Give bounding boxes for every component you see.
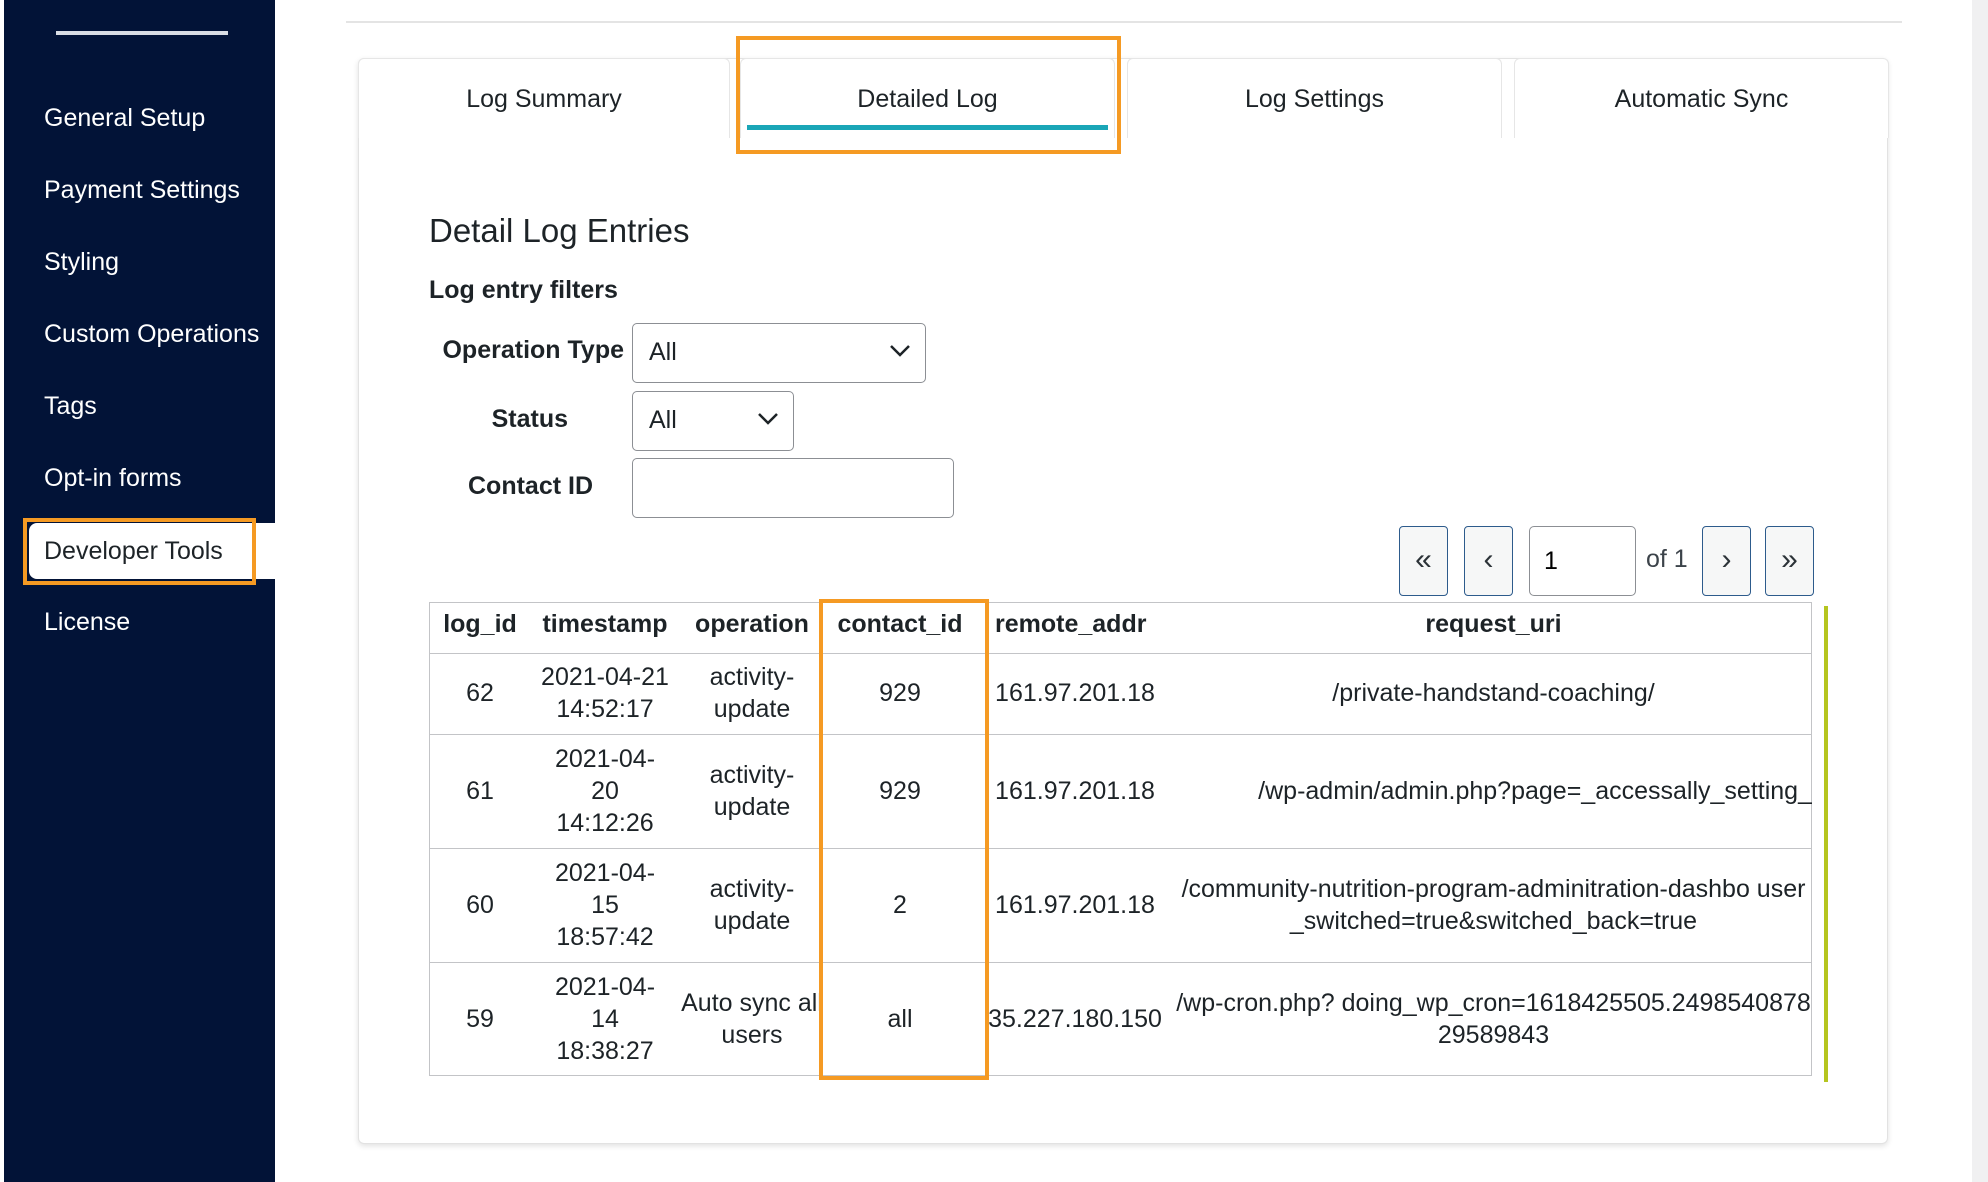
tab-label: Log Settings xyxy=(1245,85,1384,113)
sidebar-item-opt-in-forms[interactable]: Opt-in forms xyxy=(4,450,275,506)
logo-divider xyxy=(56,31,228,35)
column-header-contact-id[interactable]: contact_id xyxy=(825,610,975,639)
prev-page-button[interactable]: ‹ xyxy=(1464,526,1513,596)
contact-id-input[interactable] xyxy=(632,458,954,518)
tab-label: Detailed Log xyxy=(857,85,998,113)
status-value: All xyxy=(649,406,677,434)
cell-remote-addr: 161.97.201.18 xyxy=(995,777,1155,805)
tab-detailed-log[interactable]: Detailed Log xyxy=(740,58,1115,138)
operation-type-select[interactable]: All xyxy=(632,323,926,383)
contact-id-label: Contact ID xyxy=(468,472,593,500)
cell-operation: activity-update xyxy=(709,875,795,935)
tab-automatic-sync[interactable]: Automatic Sync xyxy=(1514,58,1889,138)
cell-operation: Auto sync all users xyxy=(681,989,823,1049)
page-count: of 1 xyxy=(1646,545,1688,573)
column-header-operation[interactable]: operation xyxy=(679,610,825,639)
tab-log-settings[interactable]: Log Settings xyxy=(1127,58,1502,138)
cell-contact-id: 2 xyxy=(893,891,907,919)
operation-type-label: Operation Type xyxy=(442,336,624,364)
row-divider xyxy=(429,848,1812,849)
cell-log-id: 60 xyxy=(466,891,494,919)
sidebar-item-styling[interactable]: Styling xyxy=(4,234,275,290)
first-page-button[interactable]: « xyxy=(1399,526,1448,596)
sidebar-item-general-setup[interactable]: General Setup xyxy=(4,90,275,146)
chevron-down-icon xyxy=(757,392,779,426)
row-divider xyxy=(429,962,1812,963)
cell-request-uri: /community-nutrition-program-adminitrati… xyxy=(1181,875,1806,935)
column-header-log-id[interactable]: log_id xyxy=(429,610,531,639)
row-divider xyxy=(429,734,1812,735)
sidebar-item-payment-settings[interactable]: Payment Settings xyxy=(4,162,275,218)
cell-timestamp: 2021-04-14 18:38:27 xyxy=(554,973,656,1065)
chevron-down-icon xyxy=(889,324,911,358)
right-gutter xyxy=(1972,0,1988,1182)
section-title: Detail Log Entries xyxy=(429,212,690,249)
cell-timestamp: 2021-04-15 18:57:42 xyxy=(554,859,656,951)
cell-request-uri: /wp-cron.php? doing_wp_cron=1618425505.2… xyxy=(1176,989,1811,1049)
cell-timestamp: 2021-04-21 14:52:17 xyxy=(541,663,669,723)
status-select[interactable]: All xyxy=(632,391,794,451)
cell-operation: activity-update xyxy=(709,663,795,723)
status-label: Status xyxy=(491,405,568,433)
cell-log-id: 59 xyxy=(466,1005,494,1033)
last-page-button[interactable]: » xyxy=(1765,526,1814,596)
top-divider xyxy=(346,21,1902,23)
tab-label: Automatic Sync xyxy=(1614,85,1789,113)
column-header-remote-addr[interactable]: remote_addr xyxy=(975,610,1195,639)
next-page-button[interactable]: › xyxy=(1702,526,1751,596)
operation-type-value: All xyxy=(649,338,677,366)
cell-log-id: 61 xyxy=(466,777,494,805)
sidebar-item-tags[interactable]: Tags xyxy=(4,378,275,434)
cell-remote-addr: 35.227.180.150 xyxy=(988,1005,1162,1033)
active-tab-indicator xyxy=(747,125,1108,130)
cell-operation: activity-update xyxy=(709,761,795,821)
sidebar-item-custom-operations[interactable]: Custom Operations xyxy=(4,306,275,362)
tab-log-summary[interactable]: Log Summary xyxy=(358,58,730,138)
cell-request-uri: /private-handstand-coaching/ xyxy=(1332,679,1655,707)
cell-log-id: 62 xyxy=(466,679,494,707)
sidebar-nav: General Setup Payment Settings Styling C… xyxy=(0,0,275,1182)
row-divider xyxy=(429,653,1812,654)
cell-timestamp: 2021-04-20 14:12:26 xyxy=(554,745,656,837)
cell-remote-addr: 161.97.201.18 xyxy=(995,679,1155,707)
sidebar-item-developer-tools[interactable]: Developer Tools xyxy=(29,523,275,579)
table-scroll-indicator xyxy=(1824,606,1828,1082)
tab-label: Log Summary xyxy=(466,85,622,113)
column-header-request-uri[interactable]: request_uri xyxy=(1175,610,1812,639)
cell-contact-id: 929 xyxy=(879,777,921,805)
current-page-input[interactable] xyxy=(1529,526,1636,596)
column-header-timestamp[interactable]: timestamp xyxy=(531,610,679,639)
filters-heading: Log entry filters xyxy=(429,276,618,304)
cell-request-uri: /wp-admin/admin.php?page=_accessally_set… xyxy=(1258,777,1812,805)
cell-contact-id: all xyxy=(887,1005,913,1033)
cell-contact-id: 929 xyxy=(879,679,921,707)
sidebar-item-license[interactable]: License xyxy=(4,594,275,650)
cell-remote-addr: 161.97.201.18 xyxy=(995,891,1155,919)
